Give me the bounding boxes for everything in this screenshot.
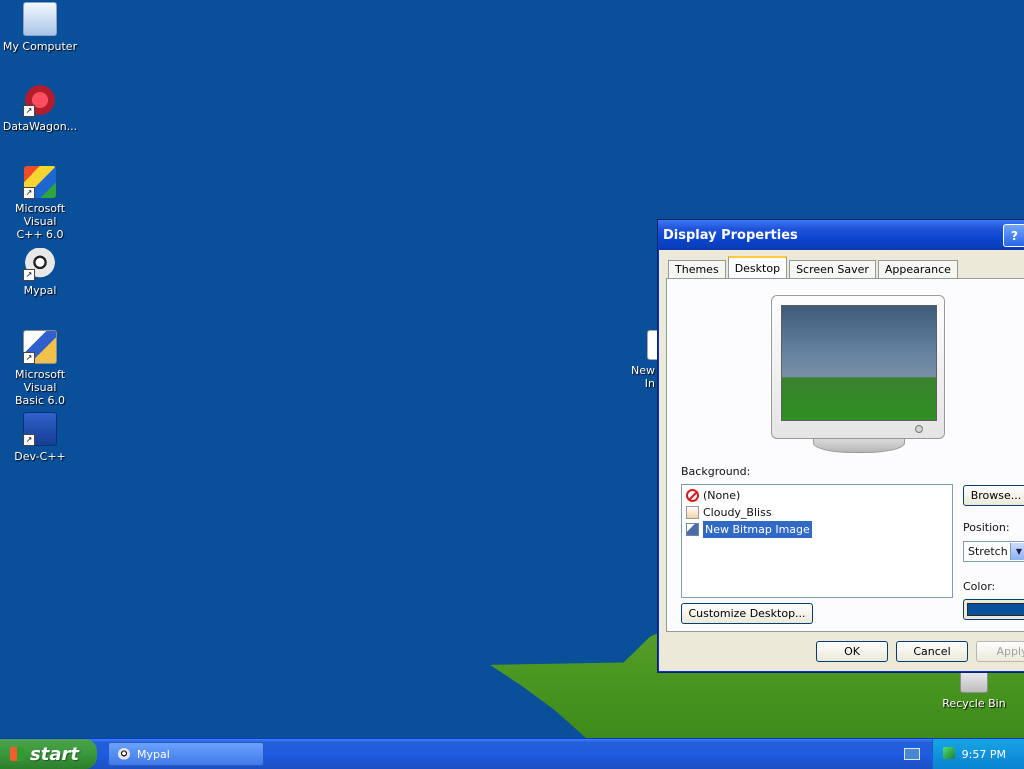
tab-desktop[interactable]: Desktop — [727, 256, 788, 278]
display-properties-dialog: Display Properties ? Themes Desktop Scre… — [657, 219, 1024, 673]
background-list[interactable]: (None) Cloudy_Bliss New Bitmap Image — [681, 484, 953, 598]
start-label: start — [30, 743, 79, 765]
desktop-icon-datawagon[interactable]: ↗ DataWagon... — [0, 84, 80, 133]
image-file-icon — [686, 506, 699, 519]
monitor-stand — [813, 439, 905, 453]
datawagon-icon: ↗ — [23, 84, 56, 117]
desktop: My Computer ↗ DataWagon... ↗ Microsoft V… — [0, 0, 1024, 738]
taskbar: start Mypal 9:57 PM — [0, 738, 1024, 769]
shortcut-arrow-icon: ↗ — [23, 105, 35, 117]
browse-button[interactable]: Browse... — [963, 485, 1024, 506]
background-item-new-bitmap-image[interactable]: New Bitmap Image — [686, 520, 948, 539]
tab-appearance[interactable]: Appearance — [877, 260, 958, 278]
desktop-icon-visual-basic[interactable]: ↗ Microsoft Visual Basic 6.0 — [0, 330, 80, 407]
help-button[interactable]: ? — [1003, 224, 1024, 247]
network-icon — [943, 747, 955, 759]
tab-screen-saver[interactable]: Screen Saver — [789, 260, 876, 278]
keyboard-icon — [904, 748, 920, 760]
customize-desktop-button[interactable]: Customize Desktop... — [681, 603, 813, 624]
none-icon — [686, 489, 699, 502]
mypal-icon — [118, 748, 130, 760]
shortcut-arrow-icon: ↗ — [23, 269, 35, 281]
shortcut-arrow-icon: ↗ — [23, 352, 35, 364]
desktop-tab-panel: Background: (None) Cloudy_Bliss New Bitm… — [666, 278, 1024, 632]
system-tray: 9:57 PM — [932, 739, 1024, 769]
color-swatch — [967, 603, 1024, 616]
desktop-icon-label: My Computer — [2, 40, 78, 53]
ok-button[interactable]: OK — [816, 641, 888, 662]
desktop-icon-label: DataWagon... — [2, 120, 78, 133]
position-value: Stretch — [968, 545, 1008, 558]
desktop-icon-new-bitmap-partial[interactable]: New In — [617, 330, 667, 390]
taskbar-item-label: Mypal — [137, 747, 170, 761]
desktop-icon-label: Recycle Bin — [942, 697, 1006, 710]
desktop-icon-devcpp[interactable]: ↗ Dev-C++ — [0, 412, 80, 463]
desktop-icon-my-computer[interactable]: My Computer — [0, 2, 80, 53]
wallpaper-preview — [781, 305, 937, 421]
monitor-power-light-icon — [915, 425, 923, 433]
mypal-icon: ↗ — [23, 248, 56, 281]
windows-logo-icon — [10, 747, 24, 761]
desktop-icon-label: Mypal — [23, 284, 57, 297]
tray-time: 9:57 PM — [961, 747, 1006, 761]
my-computer-icon — [23, 2, 57, 36]
desktop-icon-label: Microsoft Visual C++ 6.0 — [14, 202, 66, 241]
background-item-none[interactable]: (None) — [686, 487, 948, 504]
background-item-label: Cloudy_Bliss — [703, 506, 772, 519]
color-label: Color: — [963, 580, 996, 593]
apply-button[interactable]: Apply — [976, 641, 1024, 662]
shortcut-arrow-icon: ↗ — [23, 187, 35, 199]
shortcut-arrow-icon: ↗ — [23, 434, 35, 446]
background-item-cloudy-bliss[interactable]: Cloudy_Bliss — [686, 504, 948, 521]
start-button[interactable]: start — [0, 739, 97, 769]
dialog-titlebar[interactable]: Display Properties ? — [658, 220, 1024, 250]
desktop-icon-label: Dev-C++ — [14, 450, 66, 463]
dialog-tabs: Themes Desktop Screen Saver Appearance — [668, 256, 958, 278]
desktop-icon-visual-cpp[interactable]: ↗ Microsoft Visual C++ 6.0 — [0, 166, 80, 241]
bitmap-file-icon — [686, 523, 699, 536]
dialog-title: Display Properties — [663, 227, 798, 243]
desktop-icon-mypal[interactable]: ↗ Mypal — [0, 248, 80, 297]
taskbar-item-mypal[interactable]: Mypal — [108, 742, 264, 766]
monitor-preview — [771, 295, 947, 453]
background-item-label: New Bitmap Image — [702, 520, 813, 539]
desktop-icon-recycle-bin[interactable]: Recycle Bin — [934, 667, 1014, 710]
background-label: Background: — [681, 465, 751, 478]
visual-cpp-icon: ↗ — [23, 166, 56, 199]
color-picker-button[interactable] — [963, 599, 1024, 620]
chevron-down-icon: ▼ — [1010, 543, 1024, 560]
desktop-icon-label: New In — [631, 364, 655, 390]
visual-basic-icon: ↗ — [23, 330, 57, 364]
desktop-icon-label: Microsoft Visual Basic 6.0 — [14, 368, 66, 407]
cancel-button[interactable]: Cancel — [896, 641, 968, 662]
devcpp-icon: ↗ — [23, 412, 57, 446]
position-label: Position: — [963, 521, 1010, 534]
tab-themes[interactable]: Themes — [668, 260, 726, 278]
position-select[interactable]: Stretch ▼ — [963, 541, 1024, 562]
background-item-label: (None) — [703, 489, 741, 502]
